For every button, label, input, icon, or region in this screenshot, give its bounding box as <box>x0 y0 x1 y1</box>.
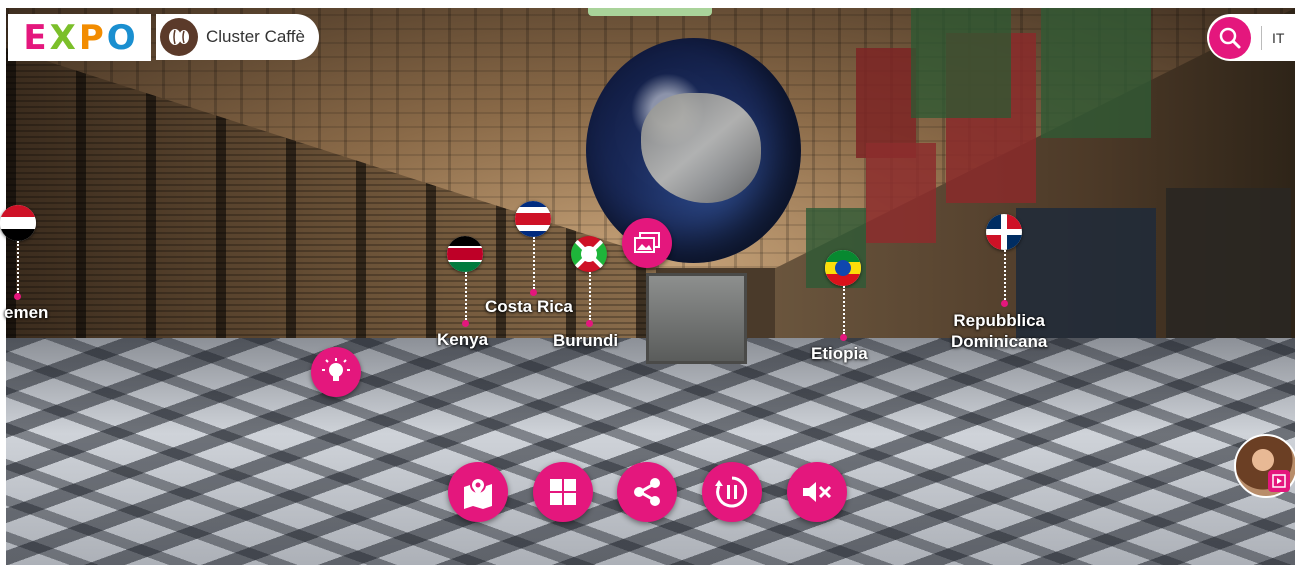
logo-letter-o: O <box>106 17 136 58</box>
globe-sculpture <box>586 38 801 263</box>
flag-ethiopia[interactable] <box>825 250 861 286</box>
search-button[interactable] <box>1209 16 1251 59</box>
hotspot-dot <box>462 320 469 327</box>
logo-letter-e: E <box>23 17 47 58</box>
hotspot-dot <box>1001 300 1008 307</box>
country-label-kenya[interactable]: Kenya <box>437 330 488 350</box>
floor <box>6 338 1295 565</box>
country-label-etiopia[interactable]: Etiopia <box>811 344 868 364</box>
mute-icon <box>803 482 832 502</box>
hotspot-stem <box>589 272 591 320</box>
expo-logo[interactable]: E X P O <box>8 14 151 61</box>
lightbulb-icon <box>322 358 350 381</box>
country-label-burundi[interactable]: Burundi <box>553 331 618 351</box>
info-hotspot-button[interactable] <box>311 347 361 397</box>
hotspot-stem <box>17 241 19 293</box>
coffee-beans-icon <box>160 18 198 56</box>
language-selector[interactable]: IT <box>1261 25 1284 50</box>
glass-doorway <box>646 273 747 364</box>
hotspot-stem <box>843 286 845 334</box>
flag-dominican-republic[interactable] <box>986 214 1022 250</box>
crate <box>856 48 916 158</box>
hotspot-stem <box>533 237 535 289</box>
search-language-bar: IT <box>1207 14 1295 61</box>
hotspot-dot <box>586 320 593 327</box>
search-icon <box>1219 27 1241 48</box>
flag-burundi[interactable] <box>571 236 607 272</box>
pause-rotation-icon <box>715 476 748 508</box>
map-button[interactable] <box>448 462 508 522</box>
mute-button[interactable] <box>787 462 847 522</box>
hotspot-dot <box>14 293 21 300</box>
logo-letter-x: X <box>49 17 76 58</box>
gallery-button[interactable] <box>622 218 672 268</box>
hotspot-stem <box>1004 250 1006 300</box>
hotspot-stem <box>465 272 467 320</box>
grid-button[interactable] <box>533 462 593 522</box>
crate <box>866 143 936 243</box>
guide-video-button[interactable] <box>1268 470 1290 492</box>
share-button[interactable] <box>617 462 677 522</box>
grid-icon <box>550 479 576 505</box>
flag-yemen[interactable] <box>0 205 36 241</box>
country-label-costa-rica[interactable]: Costa Rica <box>485 297 573 317</box>
play-icon <box>1272 474 1286 488</box>
hotspot-dot <box>530 289 537 296</box>
share-icon <box>634 478 660 506</box>
cluster-label: Cluster Caffè <box>206 27 305 46</box>
crate <box>1041 8 1151 138</box>
top-menu-handle[interactable] <box>588 8 712 16</box>
cluster-selector[interactable]: Cluster Caffè <box>156 14 319 60</box>
flag-costa-rica[interactable] <box>515 201 551 237</box>
flag-kenya[interactable] <box>447 236 483 272</box>
pause-rotation-button[interactable] <box>702 462 762 522</box>
country-label-yemen[interactable]: emen <box>4 303 48 323</box>
crate <box>911 8 1011 118</box>
map-pin-icon <box>464 477 492 509</box>
hotspot-dot <box>840 334 847 341</box>
country-label-repubblica-dominicana[interactable]: Repubblica Dominicana <box>951 310 1047 352</box>
logo-letter-p: P <box>78 17 104 58</box>
gallery-icon <box>634 232 660 253</box>
